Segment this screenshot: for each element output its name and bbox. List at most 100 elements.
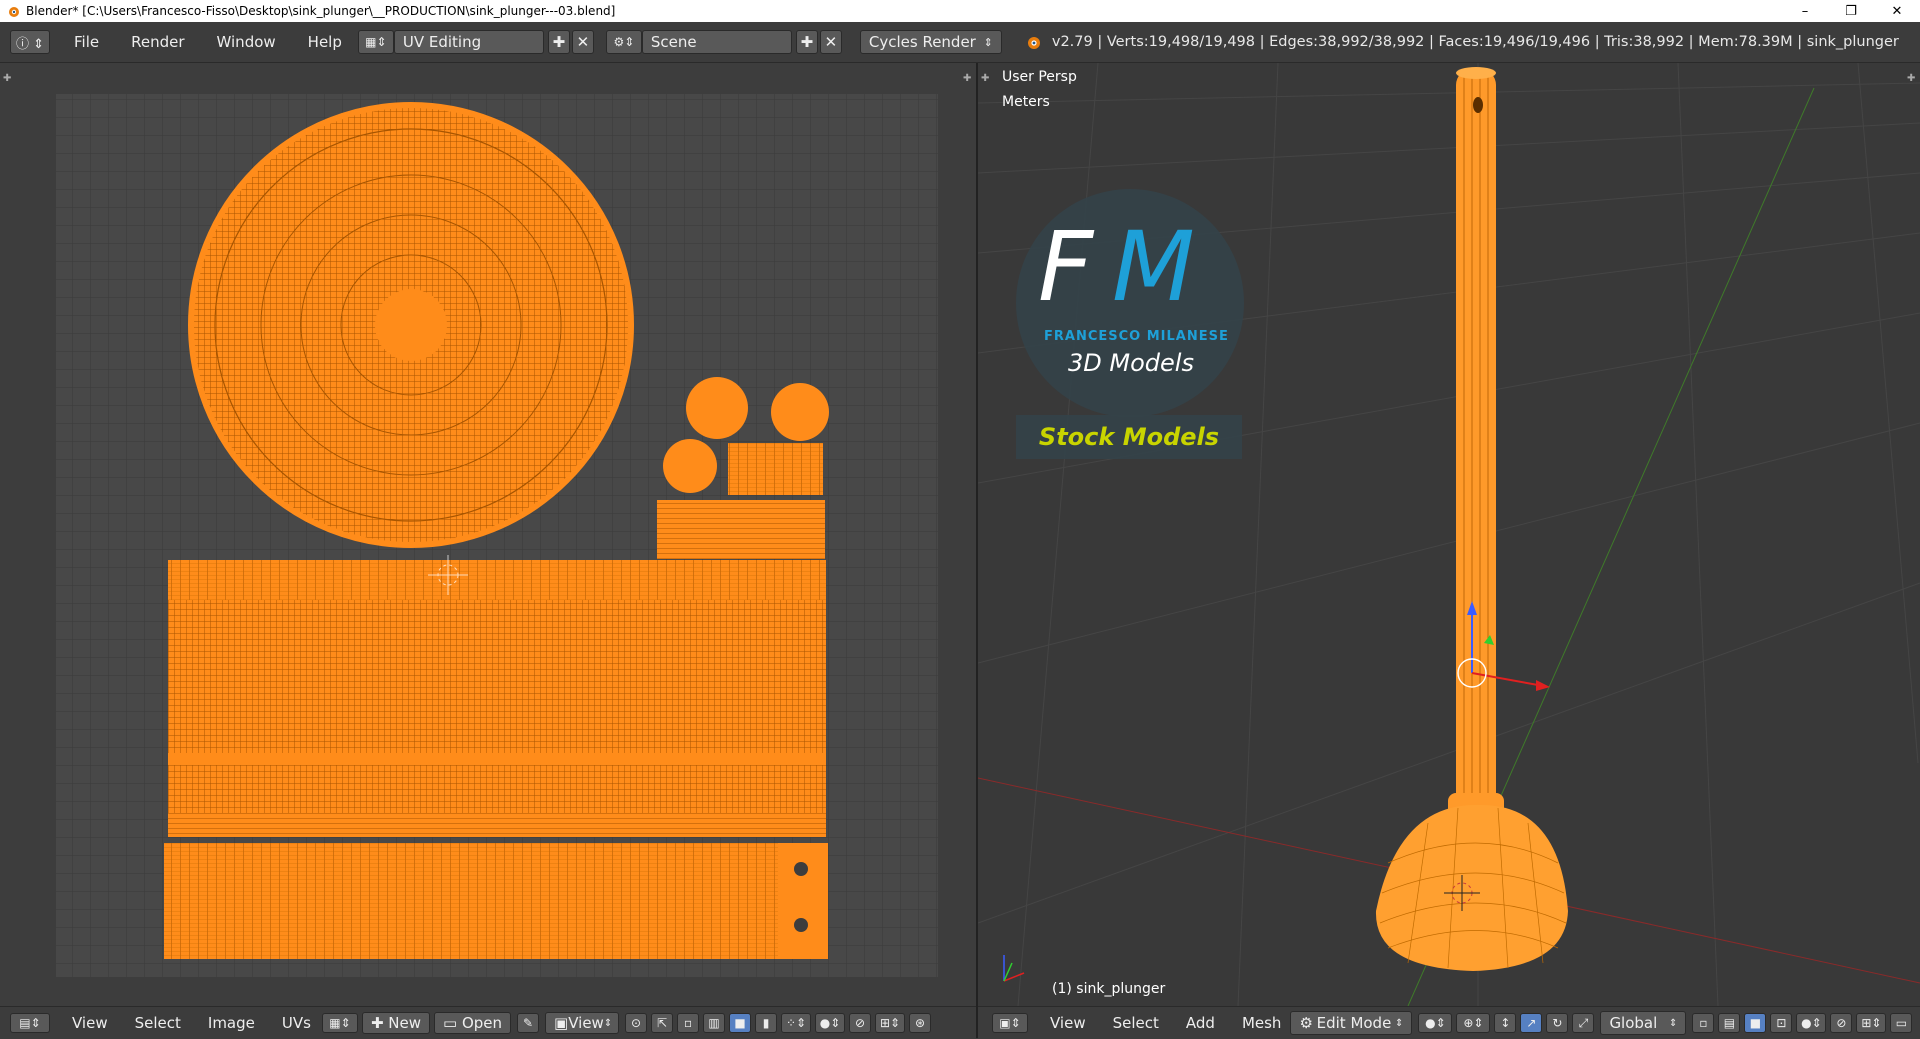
editor-type-icon[interactable]: ▤⇕	[10, 1013, 50, 1033]
open-image-button[interactable]: ▭ Open	[434, 1012, 512, 1034]
region-toggle-icon[interactable]: ✚	[1907, 73, 1917, 84]
uv-menu-uvs[interactable]: UVs	[282, 1014, 311, 1032]
info-icon: ⓘ ⇕	[15, 36, 45, 52]
new-image-label: New	[388, 1014, 421, 1032]
3d-viewport-header: ▣⇕ View Select Add Mesh ⚙ Edit Mode ⇕ ●⇕ ⊕…	[978, 1006, 1920, 1039]
add-scene-button[interactable]: ✚	[795, 30, 818, 54]
interaction-mode-label: Edit Mode	[1316, 1014, 1392, 1032]
vp-menu-view[interactable]: View	[1050, 1014, 1086, 1032]
remove-screen-button[interactable]: ✕	[571, 30, 594, 54]
uv-island-bowl-disc[interactable]	[188, 102, 634, 548]
pin-icon[interactable]: ✎	[517, 1013, 540, 1033]
scene-statistics: v2.79 | Verts:19,498/19,498 | Edges:38,9…	[1051, 34, 1899, 50]
sticky-selection-icon[interactable]: ⁘⇕	[781, 1013, 812, 1033]
scale-manipulator-icon[interactable]: ⤢	[1572, 1013, 1595, 1033]
uv-image-editor[interactable]: ✚ ✚	[0, 63, 976, 1006]
uv-editor-header: ▤⇕ View Select Image UVs ▦⇕ ✚ New ▭ Open…	[0, 1006, 976, 1039]
region-toggle-icon[interactable]: ✚	[963, 73, 973, 84]
blender-logo-icon	[9, 7, 19, 17]
island-select-icon[interactable]: ▮	[755, 1013, 778, 1033]
face-select-icon[interactable]: ■	[1744, 1013, 1767, 1033]
close-button[interactable]: ✕	[1874, 0, 1920, 22]
render-engine-dropdown[interactable]: Cycles Render ⇕	[859, 30, 1002, 54]
scene-icon[interactable]: ⚙⇕	[605, 30, 642, 54]
pivot-point-icon[interactable]: ⊕⇕	[1456, 1013, 1491, 1033]
plunger-mesh[interactable]	[1375, 67, 1568, 971]
uv-island-cap-strip[interactable]	[728, 443, 823, 495]
remove-scene-button[interactable]: ✕	[819, 30, 842, 54]
watermark-initial-f: F	[1038, 211, 1094, 323]
snap-element-icon[interactable]: ⊞⇕	[1856, 1013, 1887, 1033]
uv-view-mode-dropdown[interactable]: ▣ View ⇕	[545, 1012, 620, 1034]
edge-select-icon[interactable]: ▤	[1718, 1013, 1741, 1033]
blender-logo-icon	[1027, 37, 1040, 49]
menu-help[interactable]: Help	[308, 33, 342, 51]
interaction-mode-dropdown[interactable]: ⚙ Edit Mode ⇕	[1290, 1011, 1413, 1035]
snap-icon[interactable]: ⊘	[1830, 1013, 1853, 1033]
sync-selection-icon[interactable]: ⇱	[651, 1013, 674, 1033]
watermark-initial-m: M	[1112, 211, 1195, 323]
watermark-author: FRANCESCO MILANESE	[1044, 329, 1229, 344]
uv-island-handle-end[interactable]	[164, 843, 828, 959]
scene-name: Scene	[650, 33, 697, 51]
scene-field[interactable]: Scene	[641, 30, 792, 54]
uv-canvas[interactable]	[0, 63, 976, 1006]
maximize-button[interactable]: ❐	[1828, 0, 1874, 22]
vp-menu-mesh[interactable]: Mesh	[1242, 1014, 1282, 1032]
uv-island-neck[interactable]	[657, 500, 825, 559]
uv-menu-view[interactable]: View	[72, 1014, 108, 1032]
snap-target-icon[interactable]: ⊞⇕	[875, 1013, 906, 1033]
render-preview-icon[interactable]: ▭	[1890, 1013, 1913, 1033]
info-header: ⓘ ⇕ File Render Window Help ▦⇕ UV Editin…	[0, 22, 1920, 63]
uv-render-icon[interactable]: ⊛	[909, 1013, 932, 1033]
minimize-button[interactable]: –	[1782, 0, 1828, 22]
proportional-edit-icon[interactable]: ●⇕	[1796, 1013, 1827, 1033]
dropdown-arrows-icon: ⇕	[1669, 1017, 1678, 1029]
screen-layout-field[interactable]: UV Editing	[393, 30, 544, 54]
watermark-badge: Stock Models	[1016, 415, 1242, 459]
edge-select-icon[interactable]: ▥	[703, 1013, 726, 1033]
pivot-icon[interactable]: ⊙	[625, 1013, 648, 1033]
cube-icon[interactable]: ▣⇕	[992, 1013, 1028, 1033]
uv-menu-select[interactable]: Select	[135, 1014, 181, 1032]
occlude-geometry-icon[interactable]: ⊡	[1770, 1013, 1793, 1033]
vertex-select-icon[interactable]: ▫	[1692, 1013, 1715, 1033]
menu-file[interactable]: File	[74, 33, 99, 51]
face-select-icon[interactable]: ■	[729, 1013, 752, 1033]
render-engine-label: Cycles Render	[868, 33, 976, 51]
rotate-manipulator-icon[interactable]: ↻	[1546, 1013, 1569, 1033]
3d-viewport[interactable]: User Persp Meters (1) sink_plunger F M F…	[978, 63, 1920, 1006]
new-image-button[interactable]: ✚ New	[361, 1012, 430, 1034]
edit-mode-icon: ⚙	[1299, 1014, 1313, 1032]
region-toggle-icon[interactable]: ✚	[3, 73, 13, 84]
uv-menu-image[interactable]: Image	[208, 1014, 255, 1032]
vp-menu-add[interactable]: Add	[1186, 1014, 1215, 1032]
menu-window[interactable]: Window	[217, 33, 276, 51]
uv-island-small-disc-1[interactable]	[686, 377, 748, 439]
viewport-shading-icon[interactable]: ●⇕	[1418, 1013, 1453, 1033]
snap-icon[interactable]: ⊘	[849, 1013, 872, 1033]
plus-icon: ✚	[370, 1014, 389, 1032]
uv-island-handle[interactable]	[168, 560, 826, 837]
uv-island-small-disc-3[interactable]	[663, 439, 717, 493]
watermark-badge-text: Stock Models	[1038, 423, 1220, 451]
uv-island-small-disc-2[interactable]	[771, 383, 829, 441]
proportional-edit-icon[interactable]: ●⇕	[815, 1013, 846, 1033]
manipulator-toggle-icon[interactable]: ↕	[1494, 1013, 1517, 1033]
vp-menu-select[interactable]: Select	[1113, 1014, 1159, 1032]
info-editor-type-button[interactable]: ⓘ ⇕	[10, 30, 50, 54]
transform-orientation-dropdown[interactable]: Global ⇕	[1600, 1011, 1687, 1035]
add-screen-button[interactable]: ✚	[547, 30, 570, 54]
vertex-select-icon[interactable]: ▫	[677, 1013, 700, 1033]
uv-view-mode-label: View	[568, 1014, 604, 1032]
view-name: User Persp	[1002, 69, 1077, 85]
region-toggle-icon[interactable]: ✚	[981, 73, 991, 84]
screen-layout-name: UV Editing	[402, 33, 482, 51]
screen-layout-icon[interactable]: ▦⇕	[357, 30, 394, 54]
dropdown-arrows-icon: ⇕	[983, 35, 993, 49]
translate-manipulator-icon[interactable]: ↗	[1520, 1013, 1543, 1033]
dropdown-arrows-icon: ⇕	[603, 1017, 613, 1029]
open-image-label: Open	[461, 1014, 503, 1032]
menu-render[interactable]: Render	[131, 33, 184, 51]
image-browse-icon[interactable]: ▦⇕	[321, 1013, 358, 1033]
